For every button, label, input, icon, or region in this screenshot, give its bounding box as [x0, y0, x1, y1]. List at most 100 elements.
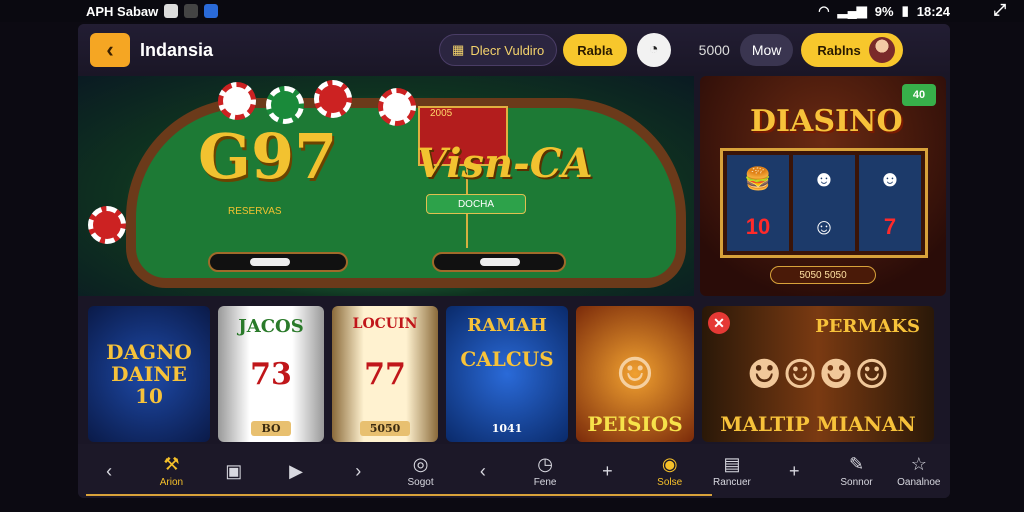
slider-knob[interactable] — [250, 258, 290, 266]
character-icon: ☺ — [812, 214, 836, 239]
notification-icon — [164, 4, 179, 18]
game-tile[interactable]: JACOS 73 BO — [218, 306, 324, 442]
tile-line: DAINE — [111, 362, 187, 386]
profile-label: Rablns — [817, 42, 861, 58]
nav-item[interactable]: ‹ — [452, 462, 514, 480]
slider-left[interactable] — [208, 252, 348, 272]
close-icon[interactable]: ✕ — [708, 312, 730, 334]
reel-number: 10 — [745, 214, 771, 239]
chevron-right-icon: › — [355, 461, 362, 481]
game-tile[interactable]: DAGNO DAINE 10 — [88, 306, 210, 442]
tile-line: JACOS — [238, 316, 304, 337]
poker-chip-icon — [266, 86, 304, 124]
tile-sub: 5050 — [359, 421, 411, 436]
tile-line: PEISIOS — [587, 412, 683, 436]
nav-item[interactable]: ▶ — [265, 462, 327, 480]
status-bar: APH Sabaw ◠ ▂▄▆ 9% ▮ 18:24 ⤢ — [0, 0, 1024, 22]
nav-item[interactable]: ◷ Fene — [514, 455, 576, 488]
people-icon: ☻☺☻☺ — [746, 350, 890, 398]
bottom-nav: ‹ ⚒ Arion ▣ ▶ › ◎ Sogot ‹ ◷ Fene + ◉ Solse ▤ Rancuer + ✎ S… — [78, 444, 950, 498]
clock-time: 18:24 — [916, 3, 950, 19]
poker-chip-icon — [314, 80, 352, 118]
tile-line: RAMAH — [467, 315, 547, 336]
slot-title: DIASINO — [750, 104, 903, 139]
slot-reels: 🍔 10 ☻ ☺ ☻ 7 — [720, 148, 928, 258]
battery-icon: ▮ — [901, 3, 909, 18]
play-icon: ▶ — [289, 461, 303, 481]
hero-right-title: Visn-CA — [416, 140, 593, 187]
expand-icon[interactable]: ⤢ — [993, 2, 1006, 20]
reel: ☻ ☺ — [793, 155, 855, 251]
character-icon: ☻ — [812, 166, 836, 191]
promo-pill[interactable]: ▦ Dlecr Vuldiro — [439, 34, 558, 66]
nav-item-label: Fene — [533, 476, 557, 488]
character-icon: ☺ — [615, 348, 655, 400]
nav-underline — [86, 494, 712, 496]
nav-item-label: Oanalnoe — [897, 476, 941, 488]
tile-number: 77 — [364, 356, 406, 392]
plus-icon: + — [602, 461, 613, 481]
nav-item[interactable]: ◉ Solse — [639, 455, 701, 488]
balance-value: 5000 — [698, 42, 730, 58]
nav-item[interactable]: ▣ — [203, 462, 265, 480]
nav-item[interactable]: ◎ Sogot — [389, 455, 451, 488]
wifi-icon: ◠ — [818, 3, 830, 18]
chevron-left-icon: ‹ — [106, 37, 114, 62]
nav-item-label: Sonnor — [840, 476, 873, 488]
chevron-left-icon: ‹ — [106, 461, 113, 481]
star-icon: ☆ — [910, 453, 927, 474]
tile-sub: BO — [251, 421, 291, 436]
nav-item[interactable]: ☆ Oanalnoe — [888, 455, 950, 488]
nav-item[interactable]: ⚒ Arion — [140, 455, 202, 488]
nav-item[interactable]: + — [763, 462, 825, 480]
burger-icon: 🍔 — [744, 166, 772, 191]
mow-button[interactable]: Mow — [739, 34, 794, 66]
wallet-icon: ▣ — [225, 461, 243, 481]
hero-banner[interactable]: G97 RESERVAS 2005 Visn-CA DOCHA — [78, 76, 694, 296]
notification-icon — [204, 4, 219, 18]
coin-icon: ◉ — [661, 453, 678, 474]
poker-chip-icon — [218, 82, 256, 120]
signal-icon: ▂▄▆ — [837, 3, 867, 18]
game-tile[interactable]: ✕ PERMAKS ☻☺☻☺ MALTIP MIANAN — [702, 306, 934, 442]
rabla-button[interactable]: Rabla — [563, 34, 627, 66]
poker-chip-icon — [378, 88, 416, 126]
nav-item-label: Arion — [159, 476, 184, 488]
edit-icon: ✎ — [848, 453, 865, 474]
nav-item[interactable]: ✎ Sonnor — [825, 455, 887, 488]
tile-sub: 1041 — [491, 421, 523, 435]
nav-item[interactable]: ‹ — [78, 462, 140, 480]
game-tile[interactable]: LOCUIN 77 5050 — [332, 306, 438, 442]
nav-item-label: Sogot — [407, 476, 434, 488]
back-button[interactable]: ‹ — [90, 33, 130, 67]
tile-line: 10 — [135, 384, 163, 408]
nav-item[interactable]: + — [576, 462, 638, 480]
profile-button[interactable]: Rablns — [801, 33, 903, 67]
slider-knob[interactable] — [480, 258, 520, 266]
tools-icon: ⚒ — [163, 453, 180, 474]
game-tiles: DAGNO DAINE 10 JACOS 73 BO LOCUIN 77 505… — [88, 306, 944, 442]
hero-right-pill[interactable]: DOCHA — [426, 194, 526, 214]
slot-footer: 5050 5050 — [770, 266, 876, 284]
tile-line: DAGNO — [106, 340, 192, 364]
game-tile[interactable]: RAMAH CALCUS 1041 — [446, 306, 568, 442]
hero-left-caption: RESERVAS — [228, 206, 282, 217]
tile-line: PERMAKS — [815, 316, 920, 337]
tile-line: CALCUS — [460, 347, 554, 371]
slot-panel[interactable]: 40 DIASINO 🍔 10 ☻ ☺ ☻ 7 5050 5050 — [700, 76, 946, 296]
reel-number: 7 — [883, 214, 897, 239]
box-icon: ▤ — [723, 453, 741, 474]
avatar — [868, 37, 895, 63]
clock-icon[interactable]: ◔ — [636, 33, 671, 67]
battery-percent: 9% — [874, 3, 894, 19]
target-icon: ◎ — [412, 453, 429, 474]
trophy-icon: ▦ — [452, 42, 465, 57]
poker-chip-icon — [88, 206, 126, 244]
page-title: Indansia — [140, 39, 214, 60]
slider-right[interactable] — [432, 252, 566, 272]
nav-item[interactable]: › — [327, 462, 389, 480]
nav-item[interactable]: ▤ Rancuer — [701, 455, 763, 488]
character-icon: ☻ — [878, 166, 902, 191]
promo-text: Dlecr Vuldiro — [470, 42, 545, 58]
game-tile[interactable]: ☺ PEISIOS — [576, 306, 694, 442]
